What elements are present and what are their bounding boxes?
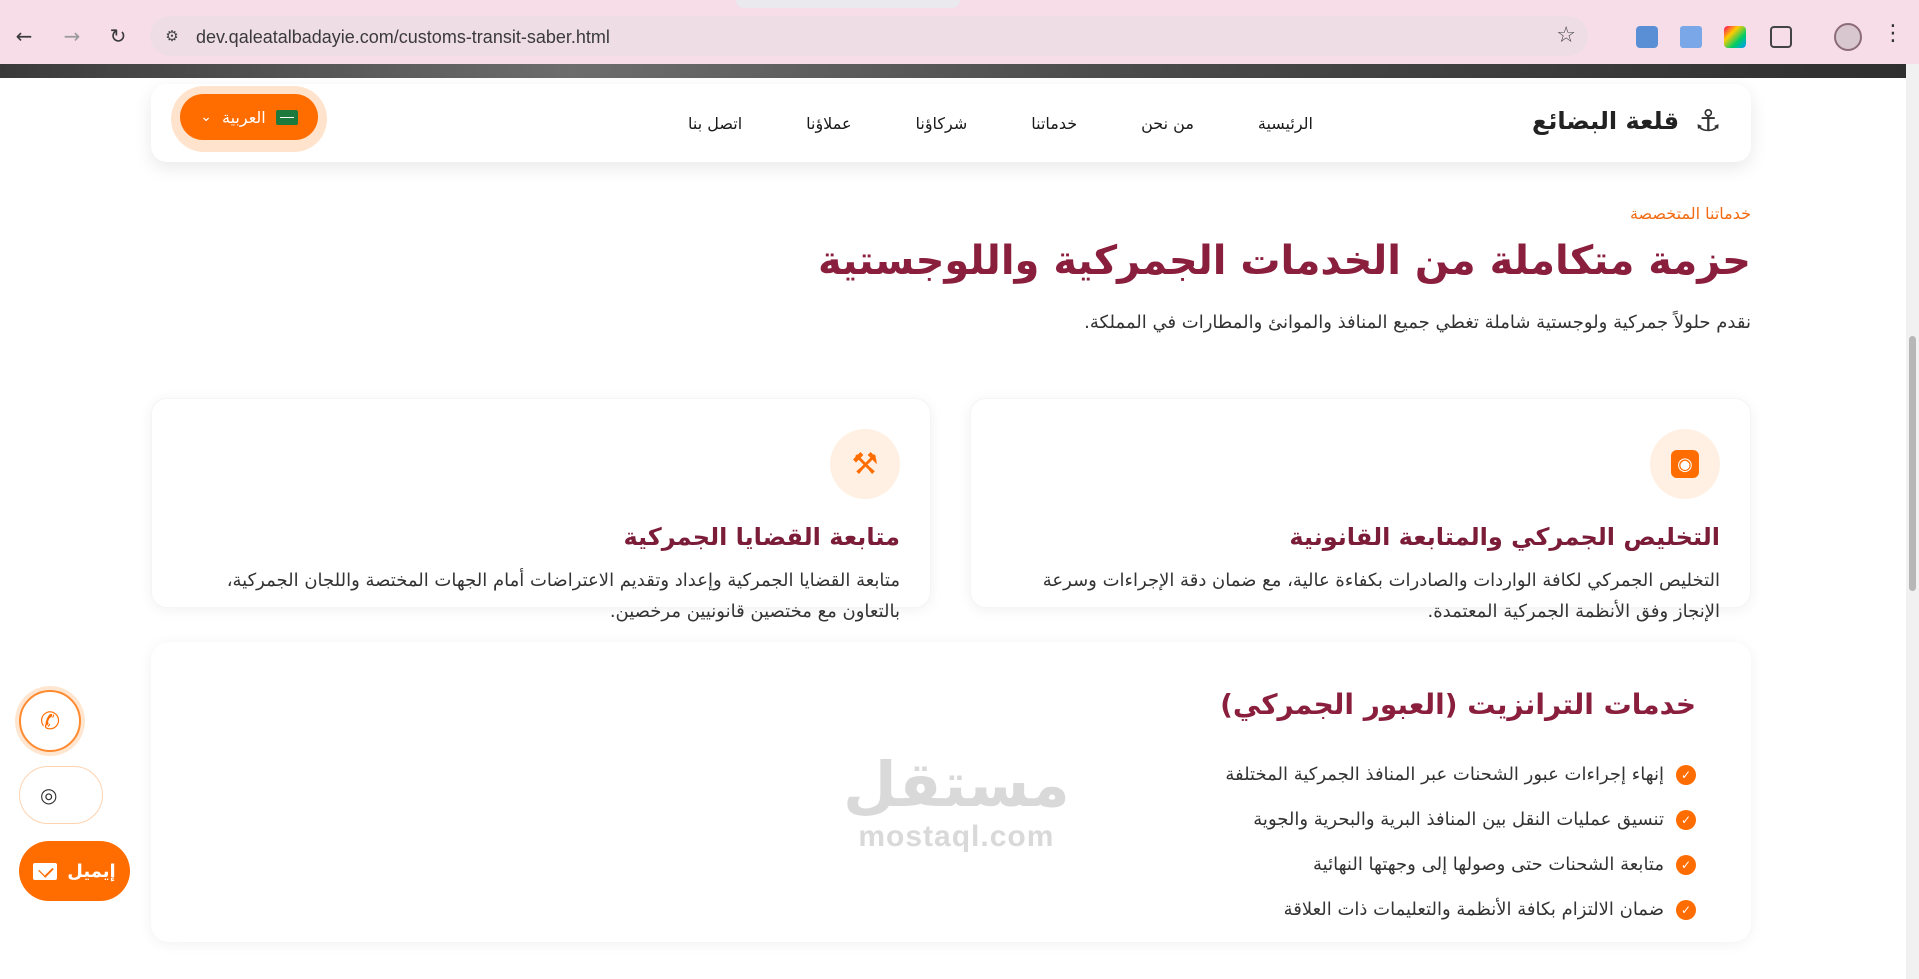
watermark-arabic: مستقل — [843, 748, 1070, 821]
whatsapp-icon: ◎ — [40, 783, 58, 807]
kebab-menu-icon[interactable]: ⋮ — [1882, 21, 1904, 46]
passport-icon: ◉ — [1671, 450, 1699, 478]
section-heading: حزمة متكاملة من الخدمات الجمركية واللوجس… — [817, 238, 1751, 284]
nav-link-about[interactable]: من نحن — [1141, 114, 1194, 133]
check-circle-icon: ✓ — [1676, 899, 1696, 920]
forward-icon[interactable]: → — [58, 22, 86, 50]
card-body: متابعة القضايا الجمركية وإعداد وتقديم ال… — [226, 570, 900, 622]
url-text[interactable]: dev.qaleatalbadayie.com/customs-transit-… — [196, 27, 610, 48]
language-label: العربية — [222, 107, 266, 127]
language-switcher[interactable]: العربية ⌄ — [180, 94, 318, 140]
scrollbar-thumb[interactable] — [1909, 336, 1916, 591]
call-button[interactable]: ✆ — [19, 690, 81, 752]
email-button[interactable]: إيميل — [19, 841, 130, 901]
card-icon-circle: ◉ — [1650, 429, 1720, 499]
phone-icon: ✆ — [39, 707, 61, 735]
site-info-icon[interactable]: ⚙ — [162, 26, 182, 46]
saudi-flag-icon — [275, 109, 298, 125]
list-item-text: إنهاء إجراءات عبور الشحنات عبر المنافذ ا… — [1225, 764, 1664, 785]
page-scrollbar[interactable] — [1906, 64, 1919, 979]
list-item-text: متابعة الشحنات حتى وصولها إلى وجهتها الن… — [1313, 854, 1664, 875]
section-lead: نقدم حلولاً جمركية ولوجستية شاملة تغطي ج… — [1084, 312, 1751, 333]
nav-link-home[interactable]: الرئيسية — [1258, 114, 1313, 133]
extensions-puzzle-icon[interactable] — [1770, 26, 1792, 48]
list-item: ✓ متابعة الشحنات حتى وصولها إلى وجهتها ال… — [1225, 842, 1696, 887]
back-icon[interactable]: ← — [10, 22, 38, 50]
address-bar[interactable]: ⚙ dev.qaleatalbadayie.com/customs-transi… — [150, 16, 1588, 56]
service-card-customs-cases: ⚒ متابعة القضايا الجمركية متابعة القضايا… — [151, 398, 931, 622]
mostaql-watermark: مستقل mostaql.com — [843, 750, 1070, 854]
browser-toolbar: ← → ↻ ⚙ dev.qaleatalbadayie.com/customs-… — [0, 8, 1919, 64]
extension-icon-2[interactable] — [1680, 26, 1702, 48]
bookmark-star-icon[interactable]: ☆ — [1556, 23, 1576, 48]
list-item: ✓ ضمان الالتزام بكافة الأنظمة والتعليمات … — [1225, 887, 1696, 932]
site-navbar: العربية ⌄ الرئيسية من نحن خدماتنا شركاؤن… — [151, 84, 1751, 162]
reload-icon[interactable]: ↻ — [104, 22, 132, 50]
list-item: ✓ إنهاء إجراءات عبور الشحنات عبر المنافذ … — [1225, 752, 1696, 797]
service-card-customs-clearance: ◉ التخليص الجمركي والمتابعة القانونية ال… — [970, 398, 1751, 622]
chevron-down-icon: ⌄ — [200, 109, 212, 125]
list-item-text: ضمان الالتزام بكافة الأنظمة والتعليمات ذ… — [1283, 899, 1664, 920]
nav-link-services[interactable]: خدماتنا — [1031, 114, 1077, 133]
card-title: التخليص الجمركي والمتابعة القانونية — [1289, 523, 1720, 551]
brand-name: قلعة البضائع — [1532, 107, 1680, 135]
card-body: التخليص الجمركي لكافة الواردات والصادرات… — [1042, 570, 1720, 622]
card-title: متابعة القضايا الجمركية — [623, 523, 900, 551]
extension-icon-1[interactable] — [1636, 26, 1658, 48]
nav-links: الرئيسية من نحن خدماتنا شركاؤنا عملاؤنا … — [688, 110, 1313, 136]
tab-strip — [0, 0, 1919, 8]
nav-link-clients[interactable]: عملاؤنا — [806, 114, 851, 133]
card-icon-circle: ⚒ — [830, 429, 900, 499]
transit-title: خدمات الترانزيت (العبور الجمركي) — [1220, 688, 1696, 721]
list-item: ✓ تنسيق عمليات النقل بين المنافذ البرية و… — [1225, 797, 1696, 842]
anchor-logo-icon: ⚓ — [1694, 103, 1722, 139]
check-circle-icon: ✓ — [1676, 854, 1696, 875]
transit-list: ✓ إنهاء إجراءات عبور الشحنات عبر المنافذ … — [1225, 752, 1696, 932]
tab-gap — [736, 0, 960, 8]
nav-link-partners[interactable]: شركاؤنا — [915, 114, 967, 133]
whatsapp-button[interactable]: ◎ — [19, 766, 103, 824]
profile-avatar[interactable] — [1834, 23, 1862, 51]
check-circle-icon: ✓ — [1676, 764, 1696, 785]
check-circle-icon: ✓ — [1676, 809, 1696, 830]
extension-icon-3[interactable] — [1724, 26, 1746, 48]
hero-image-strip — [0, 64, 1906, 78]
watermark-latin: mostaql.com — [858, 820, 1055, 853]
nav-link-contact[interactable]: اتصل بنا — [688, 114, 742, 133]
brand[interactable]: ⚓ قلعة البضائع — [1532, 102, 1727, 140]
section-eyebrow: خدماتنا المتخصصة — [1629, 204, 1751, 223]
email-label: إيميل — [67, 860, 116, 882]
envelope-icon — [33, 862, 58, 880]
gavel-icon: ⚒ — [851, 446, 879, 482]
list-item-text: تنسيق عمليات النقل بين المنافذ البرية وا… — [1253, 809, 1664, 830]
